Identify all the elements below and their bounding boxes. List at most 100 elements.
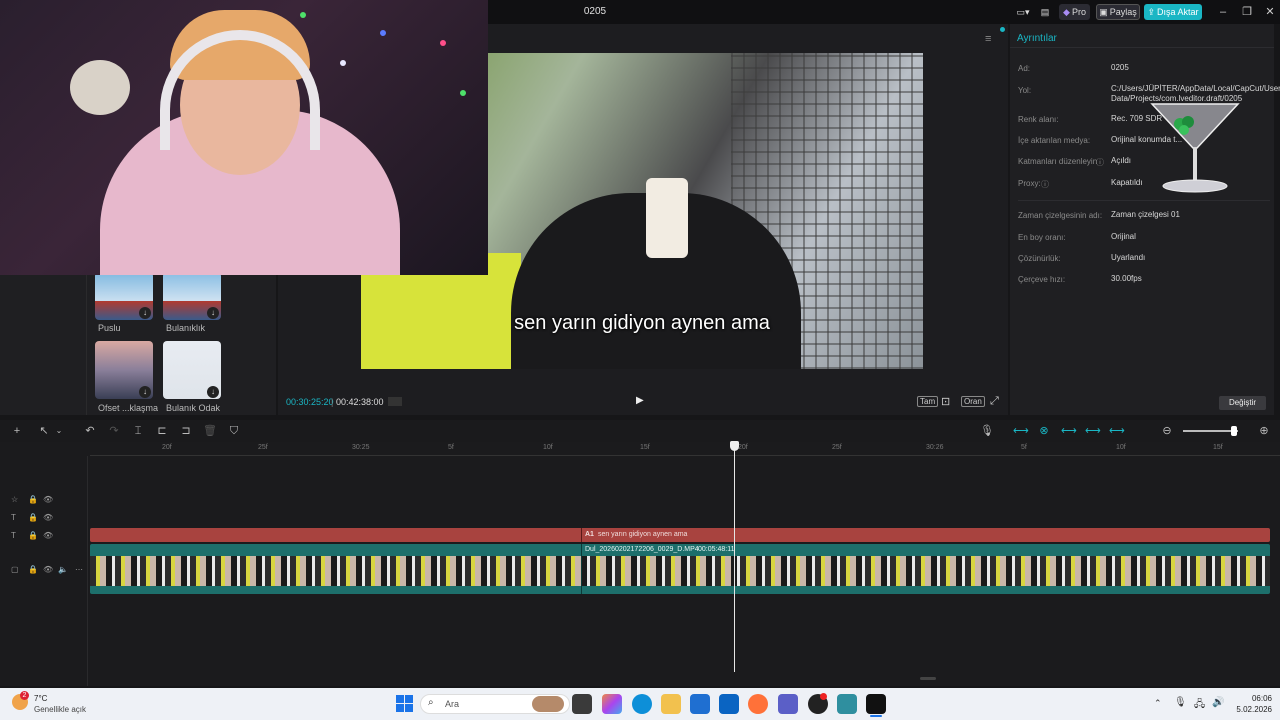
chevron-up-icon[interactable]: ⌃ — [1154, 698, 1162, 709]
lock-icon[interactable]: 🔒 — [28, 531, 38, 540]
link-icon[interactable]: ⟷ — [1013, 424, 1029, 438]
preview-axis-icon[interactable]: ⟷ — [1061, 424, 1077, 438]
project-title: 0205 — [583, 6, 607, 17]
task-view-icon[interactable] — [572, 694, 592, 714]
text-clip-text: sen yarın gidiyon aynen ama — [597, 531, 688, 538]
more-icon[interactable]: ⋯ — [75, 565, 83, 574]
text-track-icon: T — [11, 531, 16, 540]
text-clip-label: A1 sen yarın gidiyon aynen ama — [585, 531, 687, 538]
zoom-slider-handle[interactable] — [1231, 426, 1237, 436]
audio-icon[interactable]: 🔈 — [58, 565, 68, 574]
linkage-icon[interactable]: ⟷ — [1085, 424, 1101, 438]
delete-icon[interactable]: 🗑 — [203, 424, 217, 438]
pro-label: Pro — [1071, 7, 1086, 17]
ruler-tick: 5f — [1021, 444, 1027, 451]
eye-icon[interactable]: 👁 — [43, 531, 53, 540]
firefox-icon[interactable] — [748, 694, 768, 714]
info-icon[interactable]: ⓘ — [1096, 157, 1104, 168]
minimize-icon[interactable]: – — [1214, 4, 1232, 20]
timeline-scrollbar[interactable] — [920, 677, 936, 680]
add-icon[interactable]: + — [10, 424, 24, 438]
download-icon[interactable]: ↓ — [207, 386, 219, 398]
outlook-icon[interactable] — [719, 694, 739, 714]
edge-icon[interactable] — [632, 694, 652, 714]
shortcuts-icon[interactable]: ▤ — [1038, 4, 1052, 20]
zoom-slider[interactable] — [1183, 430, 1238, 432]
eye-icon[interactable]: 👁 — [43, 495, 53, 504]
file-explorer-icon[interactable] — [661, 694, 681, 714]
zoom-out-icon[interactable]: ⊖ — [1160, 424, 1174, 438]
info-icon[interactable]: ⓘ — [1041, 179, 1049, 190]
undo-icon[interactable]: ↶ — [83, 424, 97, 438]
magnet-icon[interactable]: ⊗ — [1037, 424, 1051, 438]
playhead[interactable] — [734, 442, 735, 672]
change-button[interactable]: Değiştir — [1219, 396, 1266, 410]
timecode-toggle[interactable] — [388, 397, 402, 406]
clock-time[interactable]: 06:06 — [1234, 694, 1272, 703]
notification-dot — [820, 693, 827, 700]
download-icon[interactable]: ↓ — [139, 307, 151, 319]
search-icon: ⌕ — [428, 697, 434, 708]
store-icon[interactable] — [690, 694, 710, 714]
fit-icon[interactable]: ⊡ — [941, 395, 950, 408]
capcut-icon[interactable] — [866, 694, 886, 714]
download-icon[interactable]: ↓ — [139, 386, 151, 398]
ruler-tick: 10f — [1116, 444, 1126, 451]
copilot-icon[interactable] — [602, 694, 622, 714]
volume-icon[interactable]: 🔊 — [1212, 697, 1224, 708]
current-timecode: 00:30:25:20 — [286, 397, 334, 407]
lock-icon[interactable]: 🔒 — [28, 565, 38, 574]
shield-icon[interactable]: ⛉ — [227, 424, 241, 438]
active-app-indicator — [870, 715, 882, 717]
select-icon[interactable]: ↖ — [37, 424, 51, 438]
ruler-tick: 20f — [162, 444, 172, 451]
filter-label: Bulanık Odak — [166, 403, 221, 413]
fullscreen-icon[interactable]: ⤢ — [990, 395, 999, 408]
split-icon[interactable]: ⌶ — [131, 424, 145, 438]
export-button[interactable]: ⇪ Dışa Aktar — [1144, 4, 1202, 20]
detail-label: Proxy: — [1018, 179, 1041, 188]
pro-button[interactable]: ◆ Pro — [1059, 4, 1090, 20]
detail-value: 0205 — [1111, 63, 1129, 72]
eye-icon[interactable]: 👁 — [43, 513, 53, 522]
layout-icon[interactable]: ▭▾ — [1012, 4, 1034, 20]
notepad-icon[interactable] — [837, 694, 857, 714]
lock-icon[interactable]: 🔒 — [28, 513, 38, 522]
windows-start-icon[interactable] — [396, 695, 413, 712]
share-button[interactable]: ▣ Paylaş — [1096, 4, 1140, 20]
ratio-button[interactable]: Oran — [961, 396, 985, 407]
microphone-icon[interactable]: 🎙 — [980, 424, 994, 438]
trim-left-icon[interactable]: ⊏ — [155, 424, 169, 438]
maximize-icon[interactable]: ❐ — [1238, 4, 1256, 20]
disco-light — [460, 90, 466, 96]
weather-temperature[interactable]: 7°C — [34, 694, 47, 703]
menu-icon[interactable]: ≡ — [985, 33, 991, 45]
play-icon[interactable]: ▶ — [636, 395, 648, 407]
teams-icon[interactable] — [778, 694, 798, 714]
martini-glass-sticker — [1150, 103, 1240, 193]
audio-track-icon[interactable]: ⟷ — [1109, 424, 1125, 438]
clip-split-line — [581, 528, 582, 542]
download-icon[interactable]: ↓ — [207, 307, 219, 319]
full-quality-button[interactable]: Tam — [917, 396, 939, 407]
detail-value: Orijinal — [1111, 232, 1136, 241]
playhead-handle[interactable] — [730, 441, 739, 451]
trim-right-icon[interactable]: ⊐ — [179, 424, 193, 438]
timeline-ruler[interactable] — [90, 442, 1280, 456]
clip-split-line — [581, 544, 582, 594]
eye-icon[interactable]: 👁 — [43, 565, 53, 574]
lock-icon[interactable]: 🔒 — [28, 495, 38, 504]
clock-date[interactable]: 5.02.2026 — [1226, 705, 1272, 714]
video-filmstrip — [90, 556, 1270, 586]
network-icon[interactable]: 🖧 — [1194, 697, 1205, 714]
detail-label: İçe aktarılan medya: — [1018, 136, 1091, 145]
zoom-in-icon[interactable]: ⊕ — [1257, 424, 1271, 438]
redo-icon[interactable]: ↷ — [107, 424, 121, 438]
microphone-icon[interactable]: 🎙 — [1174, 697, 1187, 708]
ruler-tick: 25f — [258, 444, 268, 451]
weather-description[interactable]: Genellikle açık — [34, 705, 86, 714]
search-placeholder: Ara — [445, 699, 460, 709]
divider — [1018, 200, 1270, 201]
close-icon[interactable]: ✕ — [1261, 4, 1279, 20]
chevron-down-icon[interactable]: ⌄ — [52, 424, 66, 438]
